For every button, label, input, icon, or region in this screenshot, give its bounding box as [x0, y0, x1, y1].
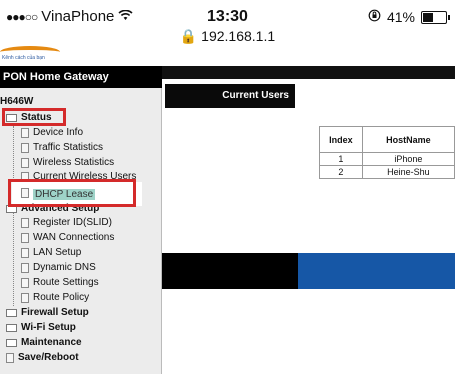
- folder-icon: [6, 308, 17, 317]
- page-icon: [21, 157, 29, 168]
- page-icon: [21, 217, 29, 228]
- table-row: 2 Heine-Shu: [319, 165, 455, 179]
- page-icon: [21, 247, 29, 258]
- menu-device-info-label: Device Info: [33, 127, 84, 138]
- lock-icon: 🔒: [179, 28, 198, 44]
- page-icon: [21, 142, 29, 153]
- menu-dynamic-dns[interactable]: Dynamic DNS: [21, 262, 96, 273]
- menu-wifi-setup[interactable]: Wi-Fi Setup: [6, 322, 76, 333]
- menu-firewall-setup-label: Firewall Setup: [21, 307, 89, 318]
- footer-blue-block: [298, 253, 455, 289]
- brand-logo: Kênh cách của bạn: [0, 46, 60, 64]
- dhcp-lease-highlight-box: [8, 179, 136, 207]
- logo-tagline: Kênh cách của bạn: [2, 55, 45, 61]
- gateway-title-bar: PON Home Gateway: [0, 66, 162, 88]
- table-cell-index: 2: [319, 165, 363, 179]
- current-users-table: Index HostName 1 iPhone 2 Heine-Shu: [319, 126, 455, 179]
- ios-status-bar: ●●●○○ VinaPhone 13:30 🔒 192.168.1.1 41%: [0, 0, 455, 50]
- menu-register-id[interactable]: Register ID(SLID): [21, 217, 112, 228]
- menu-firewall-setup[interactable]: Firewall Setup: [6, 307, 89, 318]
- page-icon: [21, 262, 29, 273]
- menu-register-id-label: Register ID(SLID): [33, 217, 112, 228]
- menu-route-settings-label: Route Settings: [33, 277, 99, 288]
- footer-dark-block: [162, 253, 298, 289]
- battery-icon: [421, 10, 450, 24]
- menu-save-reboot-label: Save/Reboot: [18, 352, 79, 363]
- folder-icon: [6, 323, 17, 332]
- table-header-row: Index HostName: [319, 126, 455, 153]
- current-users-heading: Current Users: [165, 84, 295, 108]
- page-icon: [21, 232, 29, 243]
- menu-traffic-statistics[interactable]: Traffic Statistics: [21, 142, 103, 153]
- menu-maintenance-label: Maintenance: [21, 337, 82, 348]
- orientation-lock-icon: [368, 9, 381, 25]
- folder-icon: [6, 338, 17, 347]
- tree-guide-line: [13, 126, 14, 306]
- current-users-title: Current Users: [222, 90, 289, 101]
- menu-traffic-statistics-label: Traffic Statistics: [33, 142, 104, 153]
- menu-wan-connections[interactable]: WAN Connections: [21, 232, 114, 243]
- menu-dynamic-dns-label: Dynamic DNS: [33, 262, 96, 273]
- menu-wireless-statistics-label: Wireless Statistics: [33, 157, 115, 168]
- menu-route-policy[interactable]: Route Policy: [21, 292, 89, 303]
- menu-route-policy-label: Route Policy: [33, 292, 90, 303]
- page-icon: [6, 352, 14, 363]
- page-icon: [21, 127, 29, 138]
- model-name: H646W: [0, 96, 34, 107]
- battery-percent: 41%: [386, 9, 415, 25]
- table-cell-hostname: Heine-Shu: [361, 165, 455, 179]
- table-cell-index: 1: [319, 152, 363, 166]
- url-text: 192.168.1.1: [201, 28, 276, 44]
- menu-wireless-statistics[interactable]: Wireless Statistics: [21, 157, 114, 168]
- column-header-index: Index: [319, 126, 363, 153]
- page-icon: [21, 277, 29, 288]
- status-highlight-box: [2, 108, 66, 126]
- system-indicators: 41%: [368, 9, 450, 25]
- menu-maintenance[interactable]: Maintenance: [6, 337, 82, 348]
- table-cell-hostname: iPhone: [361, 152, 455, 166]
- menu-save-reboot[interactable]: Save/Reboot: [6, 352, 79, 363]
- menu-wan-connections-label: WAN Connections: [33, 232, 115, 243]
- gateway-title: PON Home Gateway: [3, 71, 109, 83]
- page-icon: [21, 292, 29, 303]
- table-row: 1 iPhone: [319, 152, 455, 166]
- column-header-hostname: HostName: [361, 126, 455, 153]
- content-header-strip: [162, 66, 455, 79]
- menu-route-settings[interactable]: Route Settings: [21, 277, 99, 288]
- menu-wifi-setup-label: Wi-Fi Setup: [21, 322, 76, 333]
- menu-lan-setup[interactable]: LAN Setup: [21, 247, 81, 258]
- menu-device-info[interactable]: Device Info: [21, 127, 83, 138]
- menu-lan-setup-label: LAN Setup: [33, 247, 82, 258]
- address-bar[interactable]: 🔒 192.168.1.1: [0, 28, 455, 45]
- sidebar-menu: H646W Status Device Info Traffic Statist…: [0, 88, 162, 374]
